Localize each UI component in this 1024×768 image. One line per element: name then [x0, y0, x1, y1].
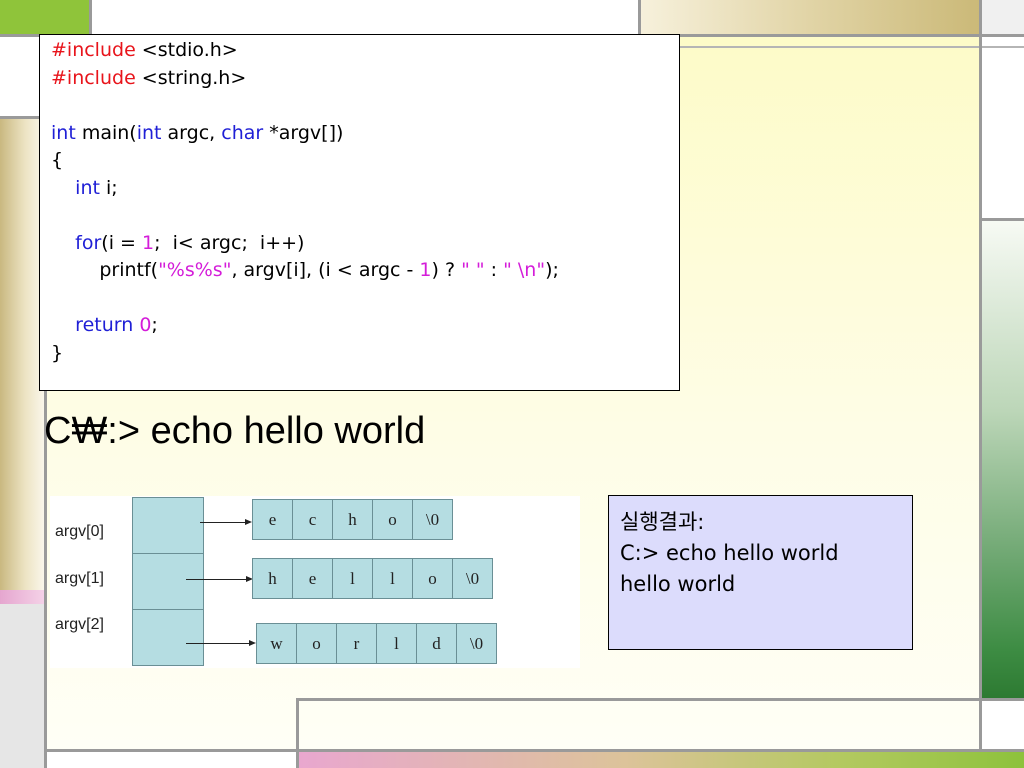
code-token-highlighted: "%s%s" [158, 259, 232, 281]
char-cell: h [252, 558, 293, 599]
top-tan-band [640, 0, 980, 34]
top-right-block [982, 0, 1024, 34]
char-cell: e [252, 499, 293, 540]
char-cell: w [256, 623, 297, 664]
char-cell: \0 [456, 623, 497, 664]
code-token: ); [545, 259, 559, 281]
char-cell: c [292, 499, 333, 540]
code-line: int i; [51, 175, 559, 203]
char-cell: \0 [412, 499, 453, 540]
argv-diagram: argv[0] argv[1] argv[2] e c h o \0 h e l l o \0 w… [50, 496, 580, 668]
code-token-highlighted: int [136, 121, 162, 144]
argv-label: argv[2] [55, 616, 104, 633]
code-line: for(i = 1; i< argc; i++) [51, 230, 559, 258]
char-cell: o [372, 499, 413, 540]
code-token-highlighted: " \n" [503, 259, 546, 281]
code-listing: #include <stdio.h> #include <string.h> in… [51, 37, 559, 367]
code-token: *argv[]) [263, 121, 344, 144]
code-token: argc, [161, 121, 222, 144]
code-token: ; [151, 314, 158, 336]
code-token-highlighted: int [51, 121, 76, 144]
char-cell: l [332, 558, 373, 599]
code-line: return 0; [51, 312, 559, 340]
argv-pointer-cell [132, 609, 204, 666]
code-line: #include <string.h> [51, 65, 559, 93]
code-line: } [51, 340, 559, 368]
bottom-gradient-strip [298, 752, 1024, 768]
code-token: , argv[i], (i < argc - [231, 259, 420, 281]
code-token-highlighted: #include [51, 66, 136, 89]
left-gray-panel [0, 604, 46, 768]
char-cell: e [292, 558, 333, 599]
code-listing-box: #include <stdio.h> #include <string.h> in… [39, 34, 680, 391]
divider-line [296, 698, 299, 768]
char-cell: o [412, 558, 453, 599]
pointer-arrow [200, 522, 245, 523]
divider-line [89, 0, 92, 34]
divider-line [680, 46, 1024, 48]
code-token: ; i< argc; i++) [154, 231, 305, 254]
char-cell: o [296, 623, 337, 664]
divider-line [638, 0, 641, 34]
divider-line [296, 698, 1024, 701]
code-line: { [51, 147, 559, 175]
code-token: : [484, 259, 504, 281]
code-token: (i = [101, 231, 142, 254]
code-token-highlighted: 0 [139, 314, 152, 336]
code-token-highlighted: #include [51, 39, 136, 61]
command-line-text: C₩:> echo hello world [44, 410, 426, 452]
code-line: printf("%s%s", argv[i], (i < argc - 1) ?… [51, 257, 559, 285]
code-token: } [51, 341, 64, 364]
code-line: int main(int argc, char *argv[]) [51, 120, 559, 148]
divider-line [979, 0, 982, 752]
argv-label: argv[1] [55, 570, 104, 587]
char-cell: d [416, 623, 457, 664]
code-token-highlighted: " " [461, 259, 485, 281]
pointer-arrow [186, 643, 249, 644]
code-token-highlighted: for [75, 231, 102, 254]
argv-label: argv[0] [55, 523, 104, 540]
top-left-green-block [0, 0, 90, 34]
code-token-highlighted: return [75, 314, 134, 336]
pointer-arrow [186, 579, 246, 580]
code-token-highlighted: 1 [142, 231, 155, 254]
char-cell: h [332, 499, 373, 540]
code-token-highlighted: char [221, 121, 264, 144]
result-line: C:> echo hello world [620, 541, 839, 565]
code-token: main( [75, 121, 137, 144]
argv-pointer-cell [132, 553, 204, 610]
char-cell: \0 [452, 558, 493, 599]
argv-pointer-cell [132, 497, 204, 554]
code-token: { [51, 149, 64, 171]
arrow-head-icon [249, 640, 256, 646]
char-cell: l [372, 558, 413, 599]
code-line: #include <stdio.h> [51, 37, 559, 65]
result-line: hello world [620, 572, 736, 596]
string-echo: e c h o \0 [252, 499, 453, 540]
left-pink-strip [0, 590, 46, 604]
code-token-highlighted: 1 [419, 259, 432, 281]
code-token: printf( [51, 259, 159, 281]
result-heading: 실행결과: [620, 510, 705, 534]
code-token: <stdio.h> [135, 39, 238, 61]
code-token: <string.h> [135, 66, 247, 89]
arrow-head-icon [245, 519, 252, 525]
code-token: i; [99, 176, 118, 199]
string-world: w o r l d \0 [256, 623, 497, 664]
divider-line [980, 218, 1024, 221]
execution-result-box: 실행결과: C:> echo hello world hello world [608, 495, 913, 650]
code-token: ) ? [431, 259, 462, 281]
string-hello: h e l l o \0 [252, 558, 493, 599]
right-green-panel [982, 220, 1024, 698]
divider-line [46, 749, 1024, 752]
code-token-highlighted: int [75, 176, 100, 199]
char-cell: r [336, 623, 377, 664]
char-cell: l [376, 623, 417, 664]
